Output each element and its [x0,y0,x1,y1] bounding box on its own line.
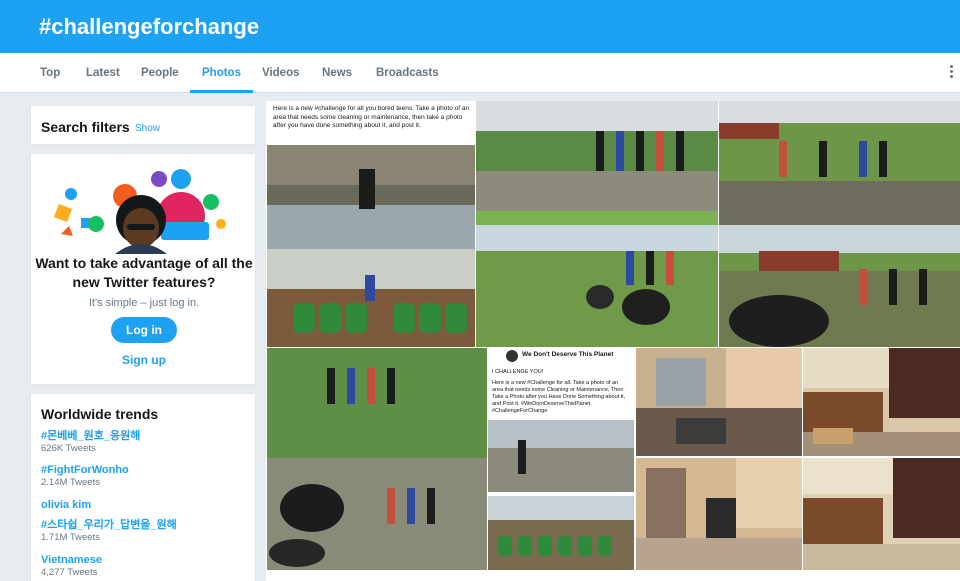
signup-link[interactable]: Sign up [31,353,257,367]
search-filters-show-link[interactable]: Show [135,123,160,134]
trend-count: 626K Tweets [41,443,96,454]
search-header: #challengeforchange [0,0,960,53]
more-options-icon[interactable] [950,65,954,81]
search-filters-title: Search filters [41,119,130,135]
promo-title: Want to take advantage of all the new Tw… [35,255,253,290]
promo-subtitle: It's simple – just log in. [88,297,200,309]
trend-name[interactable]: olivia kim [41,498,91,512]
photo-kitchen-after[interactable] [803,458,960,570]
login-button[interactable]: Log in [111,317,177,343]
trend-item[interactable]: #스타쉽_우리가_답변을_원해 1.71M Tweets [41,518,177,544]
photo-facebook-post[interactable]: We Don't Deserve This Planet I CHALLENGE… [488,348,634,570]
trend-count: 1.71M Tweets [41,532,100,543]
photo-kitchen-before[interactable] [803,348,960,456]
photo-cleanup-group[interactable] [476,101,718,347]
search-filters-panel: Search filters Show [30,105,256,145]
fb-page-name: We Don't Deserve This Planet [522,351,614,358]
search-tabs: Top Latest People Photos Videos News Bro… [0,53,960,93]
trend-count: 2.14M Tweets [41,477,100,488]
login-promo-panel: Want to take advantage of all the new Tw… [30,153,256,385]
fb-post-text: Here is a new #Challenge for all. Take a… [492,380,625,414]
trend-name[interactable]: Vietnamese [41,553,102,567]
tab-latest[interactable]: Latest [86,53,120,93]
worldwide-trends-panel: Worldwide trends #몬베베_원호_응원해 626K Tweets… [30,393,256,581]
trends-title: Worldwide trends [41,406,159,422]
tab-top[interactable]: Top [40,53,60,93]
trend-name[interactable]: #스타쉽_우리가_답변을_원해 [41,518,177,532]
trend-count: 4,277 Tweets [41,567,98,578]
tab-people[interactable]: People [141,53,179,93]
photo-hillside-cleanup[interactable] [267,348,487,570]
fb-challenge-text: I CHALLENGE YOU! [492,369,544,375]
tab-broadcasts[interactable]: Broadcasts [376,53,439,93]
photo-field-bags[interactable] [719,101,960,347]
trend-item[interactable]: #FightForWonho 2.14M Tweets [41,463,129,489]
trend-name[interactable]: #몬베베_원호_응원해 [41,429,140,443]
tab-photos[interactable]: Photos [190,53,253,93]
fb-post-images [488,420,634,570]
photo-caption: Here is a new #challenge for all you bor… [273,105,470,129]
promo-illustration [54,169,226,254]
tab-news[interactable]: News [322,53,352,93]
trend-item[interactable]: #몬베베_원호_응원해 626K Tweets [41,429,140,455]
tab-videos[interactable]: Videos [262,53,300,93]
photo-room-after[interactable] [636,458,802,570]
photo-messy-room[interactable] [636,348,802,456]
trend-name[interactable]: #FightForWonho [41,463,129,477]
search-query-title: #challengeforchange [39,14,260,39]
page-avatar [506,350,518,362]
trend-item[interactable]: olivia kim [41,498,91,512]
trend-item[interactable]: Vietnamese 4,277 Tweets [41,553,102,579]
photo-tweet-screenshot[interactable]: Here is a new #challenge for all you bor… [267,101,475,347]
photo-image [267,145,475,347]
